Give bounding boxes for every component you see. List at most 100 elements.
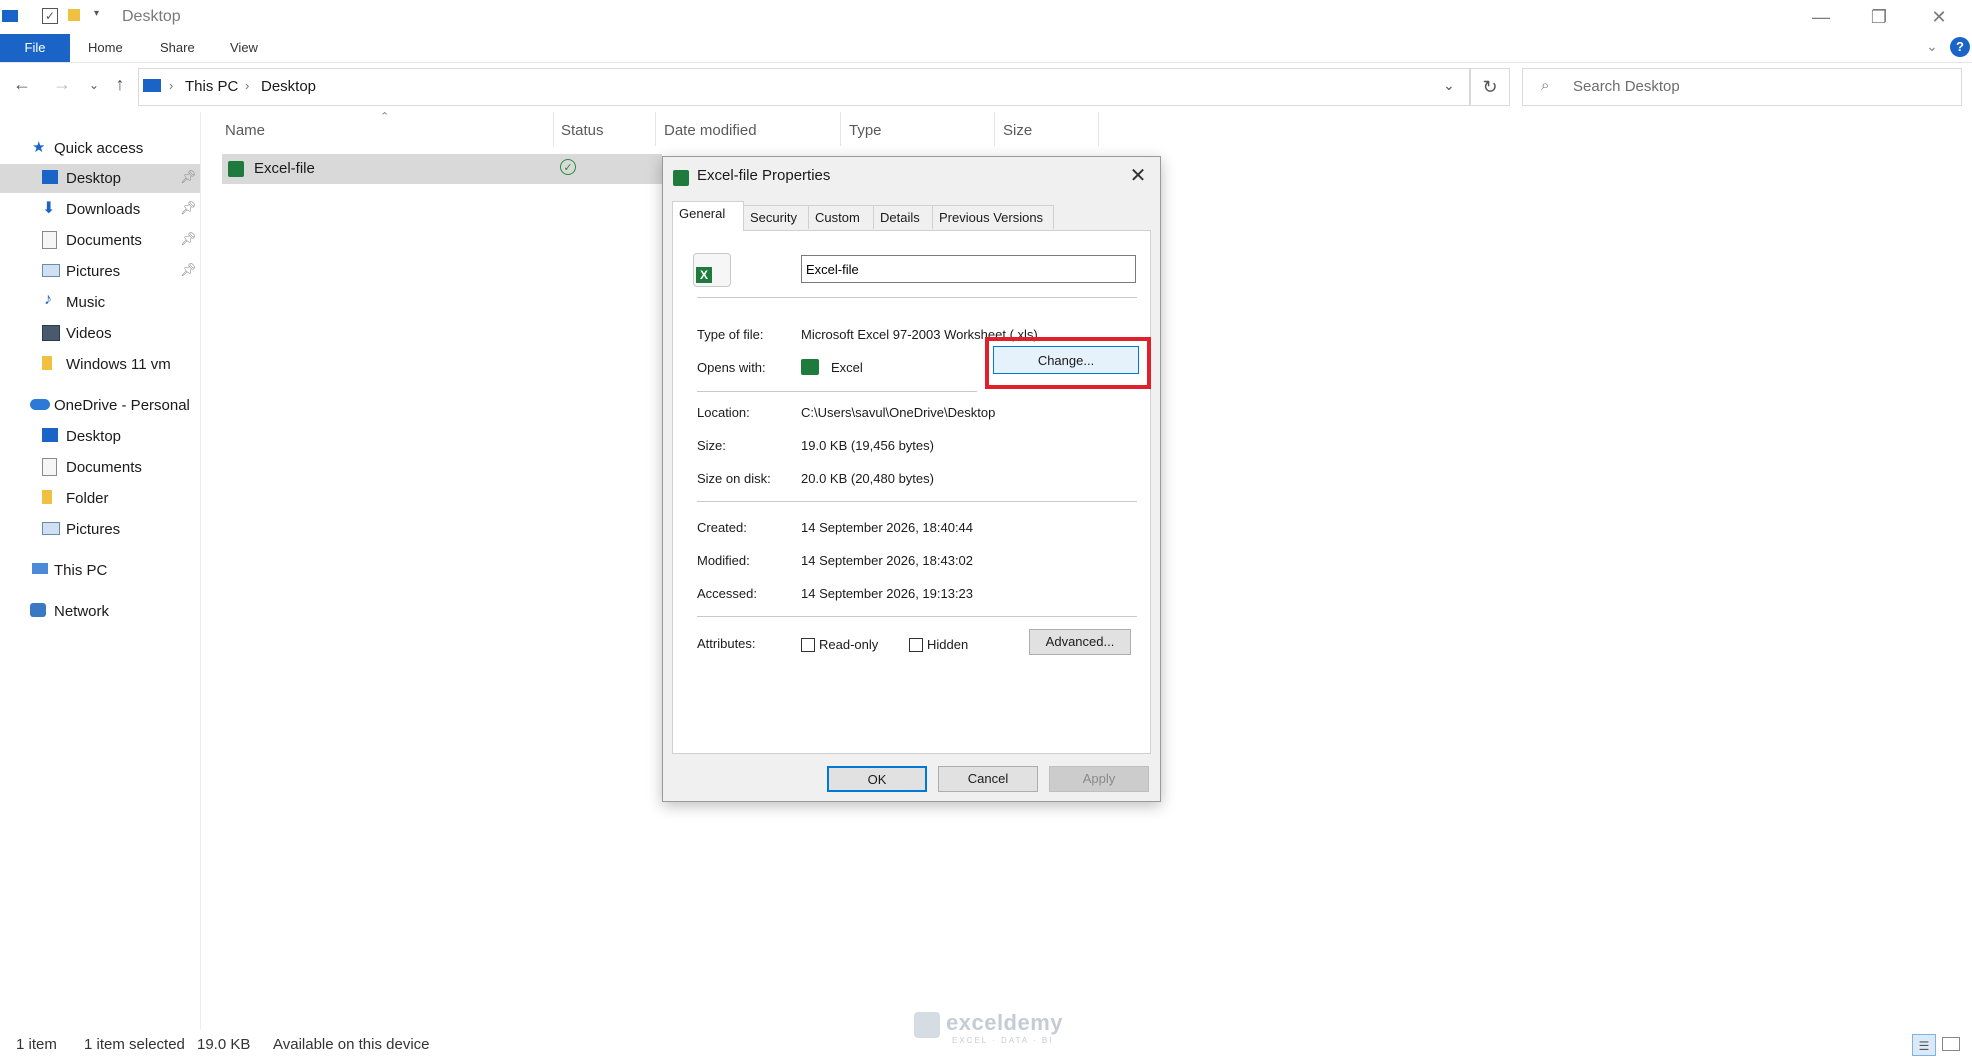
change-button[interactable]: Change...	[993, 346, 1139, 374]
refresh-icon[interactable]: ↻	[1470, 68, 1510, 106]
music-note-icon: ♪	[44, 291, 52, 308]
breadcrumb-this-pc[interactable]: This PC	[185, 78, 238, 95]
help-icon[interactable]: ?	[1950, 37, 1970, 57]
column-header-size[interactable]: Size	[1003, 122, 1032, 139]
sidebar-item-downloads[interactable]: ⬇ Downloads 📌︎	[0, 195, 200, 224]
videos-icon	[42, 325, 60, 341]
pin-icon[interactable]: 📌︎	[180, 169, 197, 185]
created-value: 14 September 2026, 18:40:44	[801, 520, 974, 535]
forward-arrow-icon[interactable]: →	[50, 74, 74, 95]
sidebar-item-folder[interactable]: Folder	[0, 484, 200, 513]
sidebar-item-music[interactable]: ♪ Music	[0, 288, 200, 317]
sidebar-item-onedrive[interactable]: OneDrive - Personal	[0, 391, 200, 420]
sidebar-item-onedrive-documents[interactable]: Documents	[0, 453, 200, 482]
filename-field[interactable]	[801, 255, 1136, 283]
ok-button[interactable]: OK	[827, 766, 927, 792]
watermark-tagline: EXCEL · DATA · BI	[952, 1036, 1054, 1045]
sidebar-item-label: Desktop	[66, 428, 122, 445]
large-icons-view-icon[interactable]	[1942, 1037, 1960, 1051]
column-header-status[interactable]: Status	[561, 122, 604, 139]
pin-icon[interactable]: 📌︎	[180, 262, 197, 278]
minimize-button[interactable]: —	[1798, 4, 1844, 30]
hidden-checkbox[interactable]	[909, 638, 923, 652]
sidebar-item-pictures[interactable]: Pictures 📌︎	[0, 257, 200, 286]
tab-view[interactable]: View	[230, 34, 258, 62]
computer-icon	[32, 563, 48, 574]
sidebar-item-label: Windows 11 vm	[66, 356, 171, 373]
tab-details[interactable]: Details	[873, 205, 933, 229]
search-placeholder: Search Desktop	[1573, 78, 1680, 95]
column-header-date-modified[interactable]: Date modified	[664, 122, 757, 139]
tab-custom[interactable]: Custom	[808, 205, 874, 229]
sidebar-item-this-pc[interactable]: This PC	[0, 556, 200, 585]
title-bar: ✓ ▾ Desktop — ❐ ✕	[0, 0, 1972, 34]
up-arrow-icon[interactable]: ↑	[108, 74, 132, 95]
search-input[interactable]: ⌕ Search Desktop	[1522, 68, 1962, 106]
breadcrumb-separator-icon[interactable]: ›	[245, 78, 249, 93]
column-header-type[interactable]: Type	[849, 122, 882, 139]
sidebar-item-label: Documents	[66, 459, 142, 476]
sidebar-item-windows-11-vm[interactable]: Windows 11 vm	[0, 350, 200, 379]
apply-button[interactable]: Apply	[1049, 766, 1149, 792]
download-arrow-icon: ⬇	[42, 200, 56, 217]
column-divider[interactable]	[994, 112, 995, 146]
address-bar[interactable]: › This PC › Desktop ⌄	[138, 68, 1470, 106]
sidebar-item-label: Documents	[66, 232, 142, 249]
sidebar-item-label: OneDrive - Personal	[54, 397, 190, 414]
folder-icon	[42, 356, 52, 370]
sidebar-item-label: Pictures	[66, 521, 121, 538]
sidebar-item-videos[interactable]: Videos	[0, 319, 200, 348]
separator	[697, 616, 1137, 617]
pin-icon[interactable]: 📌︎	[180, 200, 197, 216]
status-selected-size: 19.0 KB	[197, 1036, 251, 1053]
expand-ribbon-icon[interactable]: ⌄	[1926, 38, 1938, 55]
advanced-button[interactable]: Advanced...	[1029, 629, 1131, 655]
column-divider[interactable]	[655, 112, 656, 146]
column-divider[interactable]	[1098, 112, 1099, 146]
sidebar-item-desktop[interactable]: Desktop 📌︎	[0, 164, 200, 193]
breadcrumb-desktop[interactable]: Desktop	[261, 78, 316, 95]
details-view-icon[interactable]: ☰	[1912, 1034, 1936, 1056]
back-arrow-icon[interactable]: ←	[10, 74, 34, 95]
tab-home[interactable]: Home	[88, 34, 123, 62]
close-window-button[interactable]: ✕	[1916, 4, 1962, 30]
sidebar-item-onedrive-desktop[interactable]: Desktop	[0, 422, 200, 451]
separator	[697, 501, 1137, 502]
column-divider[interactable]	[553, 112, 554, 146]
tab-file[interactable]: File	[0, 34, 70, 62]
column-divider[interactable]	[840, 112, 841, 146]
created-label: Created:	[697, 520, 747, 535]
sidebar-item-documents[interactable]: Documents 📌︎	[0, 226, 200, 255]
file-row-excel-file[interactable]: Excel-file ✓	[222, 154, 662, 184]
sidebar-item-network[interactable]: Network	[0, 597, 200, 626]
column-header-name[interactable]: Name	[225, 122, 265, 139]
tab-share[interactable]: Share	[160, 34, 195, 62]
readonly-checkbox[interactable]	[801, 638, 815, 652]
tab-general[interactable]: General	[672, 201, 744, 231]
pin-icon[interactable]: 📌︎	[180, 231, 197, 247]
status-selected: 1 item selected	[84, 1036, 185, 1053]
accessed-value: 14 September 2026, 19:13:23	[801, 586, 974, 601]
modified-label: Modified:	[697, 553, 750, 568]
close-icon[interactable]: ✕	[1123, 163, 1153, 188]
cancel-button[interactable]: Cancel	[938, 766, 1038, 792]
customize-quick-access-icon[interactable]: ▾	[94, 8, 99, 19]
maximize-button[interactable]: ❐	[1856, 4, 1902, 30]
cloud-icon	[30, 399, 50, 410]
new-folder-quick-icon[interactable]	[68, 9, 80, 21]
explorer-icon	[2, 10, 18, 22]
status-item-count: 1 item	[16, 1036, 57, 1053]
address-dropdown-icon[interactable]: ⌄	[1443, 77, 1455, 94]
sidebar-item-onedrive-pictures[interactable]: Pictures	[0, 515, 200, 544]
excel-file-large-icon: X	[693, 253, 731, 287]
sidebar-item-quick-access[interactable]: ★ Quick access	[0, 134, 200, 163]
tab-security[interactable]: Security	[743, 205, 809, 229]
excel-x-icon: X	[696, 267, 712, 283]
tab-previous-versions[interactable]: Previous Versions	[932, 205, 1054, 229]
separator	[697, 391, 977, 392]
breadcrumb-separator-icon[interactable]: ›	[169, 78, 173, 93]
ribbon: File Home Share View ⌄ ?	[0, 34, 1972, 63]
properties-quick-icon[interactable]: ✓	[42, 8, 58, 24]
sidebar-item-label: Desktop	[66, 170, 122, 187]
recent-locations-icon[interactable]: ⌄	[82, 78, 106, 92]
